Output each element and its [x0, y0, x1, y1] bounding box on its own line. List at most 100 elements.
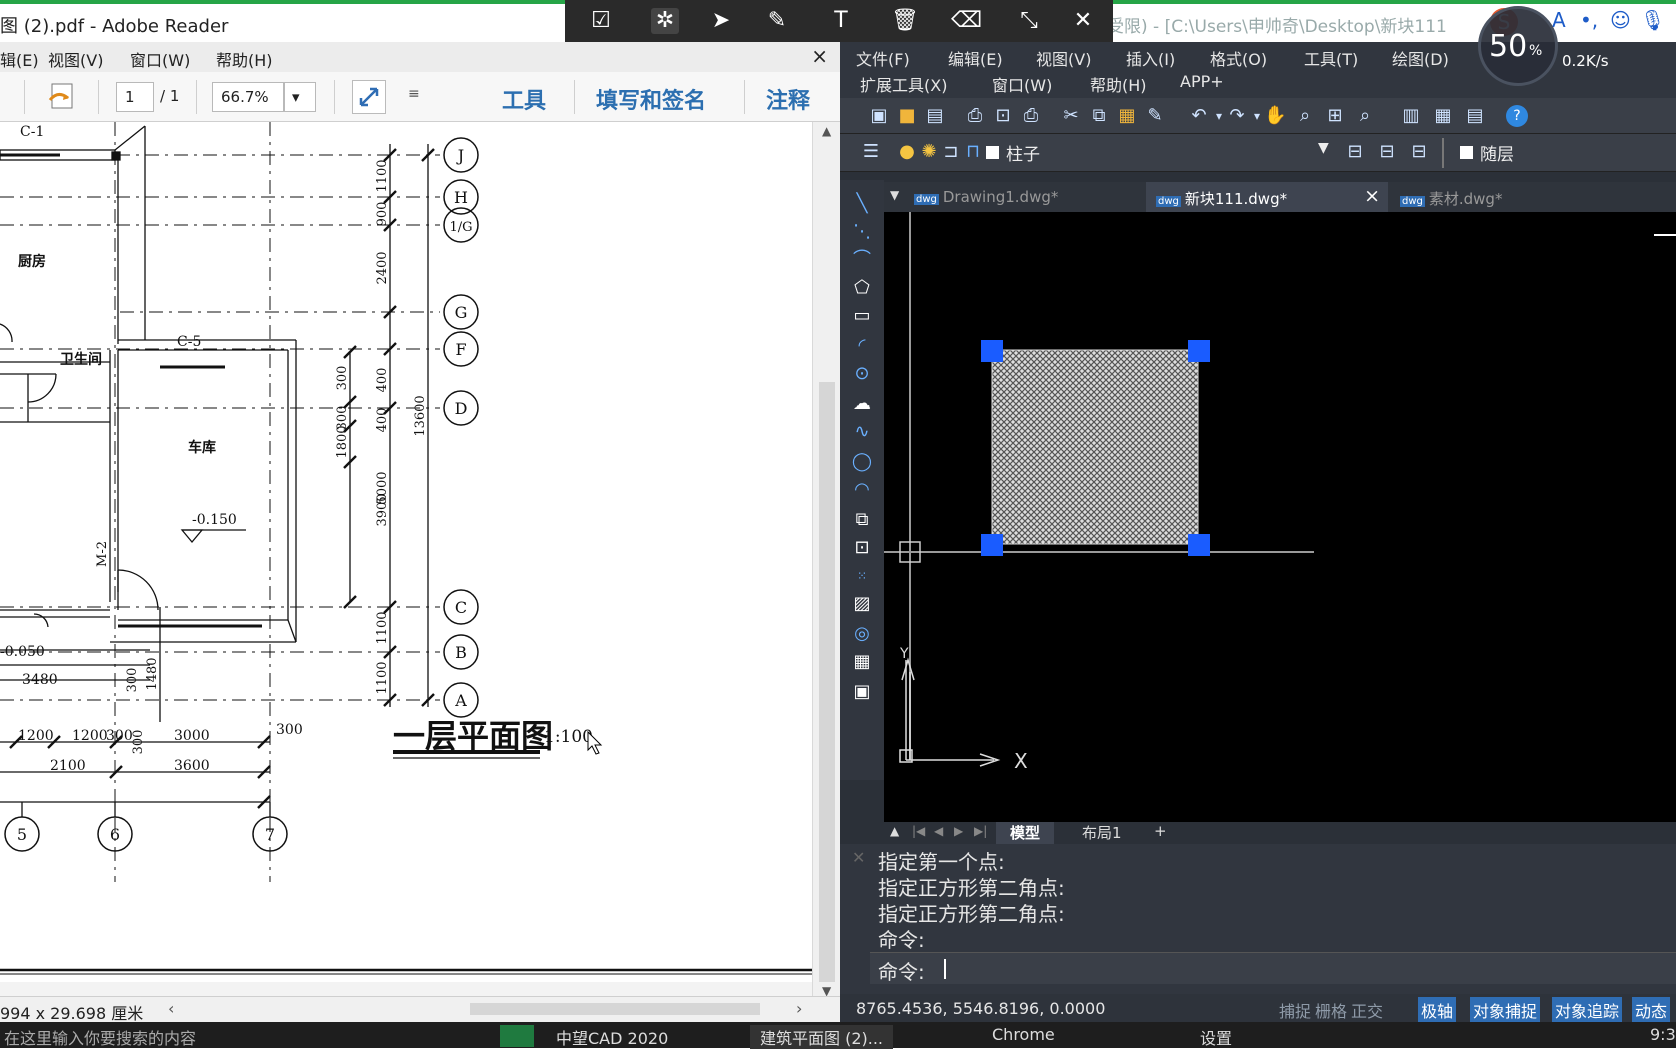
redo-icon[interactable]: ↷ [1226, 105, 1248, 127]
table-icon[interactable]: ▦ [850, 650, 874, 674]
collapse-icon[interactable]: ⤡ [1015, 8, 1043, 34]
microphone-icon[interactable]: 🎙 [1640, 8, 1665, 32]
taskbar-cad-app[interactable]: 中望CAD 2020 [556, 1025, 668, 1049]
otrack-toggle[interactable]: 对象追踪 [1552, 997, 1623, 1023]
menu-help[interactable]: 帮助(H) [1090, 72, 1147, 96]
region-icon[interactable]: ◎ [850, 622, 874, 646]
tools-link[interactable]: 工具 [502, 83, 546, 115]
menu-window[interactable]: 窗口(W) [130, 47, 190, 71]
taskbar-settings-app[interactable]: 设置 [1200, 1025, 1232, 1049]
tab-model[interactable]: 模型 [996, 822, 1055, 844]
checkbox-icon[interactable]: ☑ [587, 8, 615, 34]
close-tab-icon[interactable]: × [1364, 185, 1380, 207]
hatched-square[interactable] [991, 349, 1199, 545]
arc-icon[interactable]: ◜ [850, 334, 874, 358]
fullscreen-icon[interactable] [352, 80, 386, 114]
close-document-button[interactable]: × [811, 44, 828, 68]
comment-link[interactable]: 注释 [766, 83, 810, 115]
menu-app-plus[interactable]: APP+ [1180, 72, 1224, 91]
command-line[interactable]: ✕ 指定第一个点: 指定正方形第二角点: 指定正方形第二角点: 命令: 命令: [840, 844, 1676, 994]
tab-material[interactable]: dwg 素材.dwg* [1390, 182, 1512, 212]
undo-icon[interactable]: ↶ [1188, 105, 1210, 127]
tool-palette-icon[interactable]: ▤ [1464, 105, 1486, 127]
design-center-icon[interactable]: ▦ [1432, 105, 1454, 127]
make-current-layer-icon[interactable]: ⊟ [1344, 141, 1366, 163]
menu-extensions[interactable]: 扩展工具(X) [860, 72, 947, 96]
tab-layout1[interactable]: 布局1 [1070, 822, 1134, 843]
last-layout-icon[interactable]: ▶| [974, 824, 987, 838]
menu-window[interactable]: 窗口(W) [992, 72, 1052, 96]
laser-pointer-icon[interactable]: ✲ [651, 8, 679, 34]
menu-file[interactable]: 文件(F) [856, 46, 910, 70]
ortho-toggle[interactable]: 正交 [1348, 997, 1386, 1023]
line-icon[interactable]: ╲ [850, 192, 874, 216]
text-tool-icon[interactable]: T [827, 8, 855, 34]
scrollbar-thumb[interactable] [819, 382, 835, 982]
zoom-previous-icon[interactable]: ⌕ [1354, 105, 1376, 127]
snap-toggle[interactable]: 捕捉 [1276, 997, 1314, 1023]
paste-icon[interactable]: ▦ [1116, 105, 1138, 127]
make-block-icon[interactable]: ⊡ [850, 536, 874, 560]
layer-on-bulb-icon[interactable]: ● [896, 141, 918, 163]
grip[interactable] [981, 534, 1003, 556]
revision-cloud-icon[interactable]: ☁ [850, 392, 874, 416]
scroll-up-icon[interactable]: ▲ [890, 824, 899, 838]
punctuation-icon[interactable]: •, [1580, 8, 1598, 32]
zoom-dropdown-button[interactable]: ▾ [284, 82, 316, 112]
close-command-icon[interactable]: ✕ [852, 848, 865, 867]
layer-previous-icon[interactable]: ⊟ [1376, 141, 1398, 163]
menu-help[interactable]: 帮助(H) [216, 47, 273, 71]
ellipse-arc-icon[interactable]: ◠ [850, 478, 874, 502]
menu-edit[interactable]: 辑(E) [0, 47, 39, 71]
zoom-input[interactable]: 66.7% [212, 82, 284, 112]
new-file-icon[interactable]: ▣ [868, 105, 890, 127]
properties-icon[interactable]: ▥ [1400, 105, 1422, 127]
tab-drawing1[interactable]: dwg Drawing1.dwg* [904, 182, 1068, 212]
zoom-window-icon[interactable]: ⊞ [1324, 105, 1346, 127]
prev-layout-icon[interactable]: ◀ [934, 824, 943, 838]
add-layout-button[interactable]: + [1154, 822, 1167, 840]
match-properties-icon[interactable]: ✎ [1144, 105, 1166, 127]
print-icon[interactable]: ⎙ [964, 105, 986, 127]
save-icon[interactable]: ▤ [924, 105, 946, 127]
scroll-up-icon[interactable]: ▲ [822, 124, 831, 138]
toolbar-more-icon[interactable]: ≡ [408, 86, 420, 102]
pan-icon[interactable]: ✋ [1264, 105, 1286, 127]
print-preview-icon[interactable]: ⊡ [992, 105, 1014, 127]
polyline-icon[interactable]: ⌒ [850, 248, 874, 272]
horizontal-scrollbar-thumb[interactable] [470, 1003, 760, 1015]
fill-sign-link[interactable]: 填写和签名 [596, 83, 706, 115]
tabs-menu-icon[interactable]: ▼ [890, 188, 899, 202]
excel-icon[interactable] [500, 1025, 534, 1047]
menu-view[interactable]: 视图(V) [48, 47, 103, 71]
open-folder-icon[interactable]: ■ [896, 105, 918, 127]
tab-new-block-111[interactable]: dwg 新块111.dwg* × [1146, 182, 1388, 212]
polar-toggle[interactable]: 极轴 [1418, 997, 1457, 1023]
first-layout-icon[interactable]: |◀ [912, 824, 925, 838]
grip[interactable] [981, 340, 1003, 362]
pen-icon[interactable]: ✎ [763, 8, 791, 34]
chevron-down-icon[interactable]: ▼ [1318, 140, 1329, 156]
ellipse-icon[interactable]: ◯ [850, 450, 874, 474]
copy-icon[interactable]: ⧉ [1088, 105, 1110, 127]
grip[interactable] [1188, 534, 1210, 556]
delete-icon[interactable]: 🗑 [891, 8, 919, 34]
spline-icon[interactable]: ∿ [850, 420, 874, 444]
plot-icon[interactable]: ⎙ [1020, 105, 1042, 127]
taskbar-chrome-app[interactable]: Chrome [992, 1025, 1055, 1044]
clear-all-icon[interactable]: ⌫ [951, 8, 982, 34]
next-layout-icon[interactable]: ▶ [954, 824, 963, 838]
command-input[interactable]: 命令: [870, 952, 1676, 984]
color-select[interactable]: 随层 [1480, 140, 1514, 165]
emoji-icon[interactable]: ☺ [1610, 8, 1631, 32]
menu-tools[interactable]: 工具(T) [1304, 46, 1358, 70]
point-icon[interactable]: ⁙ [850, 564, 874, 588]
dynamic-input-toggle[interactable]: 动态 [1632, 997, 1671, 1023]
osnap-toggle[interactable]: 对象捕捉 [1470, 997, 1541, 1023]
scroll-left-icon[interactable]: ‹ [168, 999, 174, 1018]
menu-insert[interactable]: 插入(I) [1126, 46, 1175, 70]
grip[interactable] [1188, 340, 1210, 362]
grid-toggle[interactable]: 栅格 [1312, 997, 1350, 1023]
circle-icon[interactable]: ⊙ [850, 362, 874, 386]
menu-edit[interactable]: 编辑(E) [948, 46, 1003, 70]
